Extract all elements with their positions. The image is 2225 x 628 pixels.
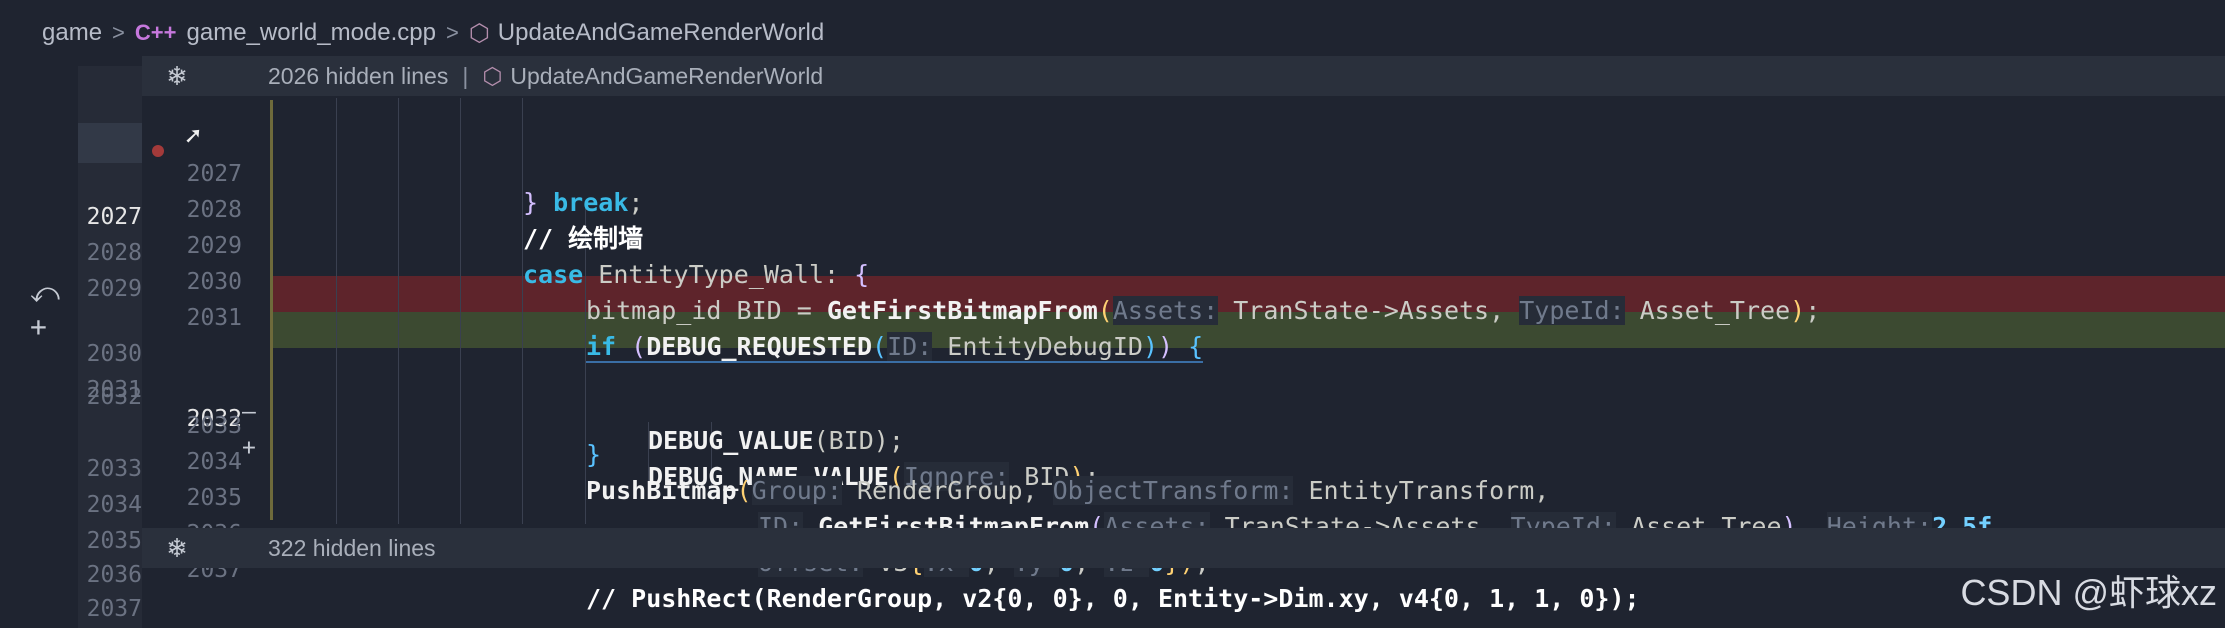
mouse-cursor-icon: ➚ [185,122,201,152]
breadcrumb-file[interactable]: game_world_mode.cpp [187,19,436,47]
unfold-icon[interactable]: ❄ [142,61,212,92]
revert-icon[interactable]: ⤺ [30,276,60,310]
add-icon[interactable]: + [30,310,47,343]
watermark: CSDN @虾球xz [1960,572,2217,613]
code-line[interactable]: 2032 2033 } [0,350,2225,469]
hidden-lines-symbol[interactable]: UpdateAndGameRenderWorld [510,63,823,90]
added-code-line[interactable]: + 2031 2032 + DEBUG_NAME_VALUE(Ignore: B… [0,310,2225,491]
breakpoint-dot[interactable] [152,145,164,157]
method-cube-icon: ⬡ [468,19,490,47]
code-line[interactable]: 2027 } break; [0,98,2225,217]
code-line[interactable]: 2034 PushBitmap(Group: RenderGroup, Obje… [0,386,2225,505]
hidden-lines-bar-top[interactable]: ❄ 2026 hidden lines | ⬡ UpdateAndGameRen… [142,56,2225,96]
hidden-lines-count[interactable]: 322 hidden lines [268,535,436,562]
code-line[interactable]: 2028 2030 bitmap_id BID = GetFirstBitmap… [0,206,2225,325]
code-line[interactable]: 2033 2035 ID: GetFirstBitmapFrom(Assets:… [0,422,2225,541]
chevron-right-icon: > [112,20,125,45]
hidden-lines-bar-bottom[interactable]: ❄ 322 hidden lines [142,528,2225,568]
hidden-lines-count[interactable]: 2026 hidden lines [268,63,448,90]
chevron-right-icon: > [445,20,459,45]
method-cube-icon: ⬡ [482,62,503,89]
code-line[interactable]: 2035 2037 // PushRect(RenderGroup, v2{0,… [0,494,2225,613]
code-line[interactable]: 2028 // 绘制墙 [0,134,2225,253]
unfold-icon[interactable]: ❄ [142,533,212,564]
code-line[interactable]: 2029 2031 if (DEBUG_REQUESTED(ID: Entity… [0,242,2225,363]
code-line[interactable]: 2027 2029 case EntityType_Wall: { [0,170,2225,289]
breadcrumb-symbol[interactable]: UpdateAndGameRenderWorld [498,19,824,47]
code-line[interactable]: 2034 2036 Offset: v3{.x=0, .y=0, .z=0}); [0,458,2225,577]
removed-code-line[interactable]: ⤺ 2030 — DEBUG_VALUE(BID); [0,276,2225,455]
breadcrumb-folder[interactable]: game [42,19,102,47]
cpp-file-icon: C++ [134,20,177,45]
